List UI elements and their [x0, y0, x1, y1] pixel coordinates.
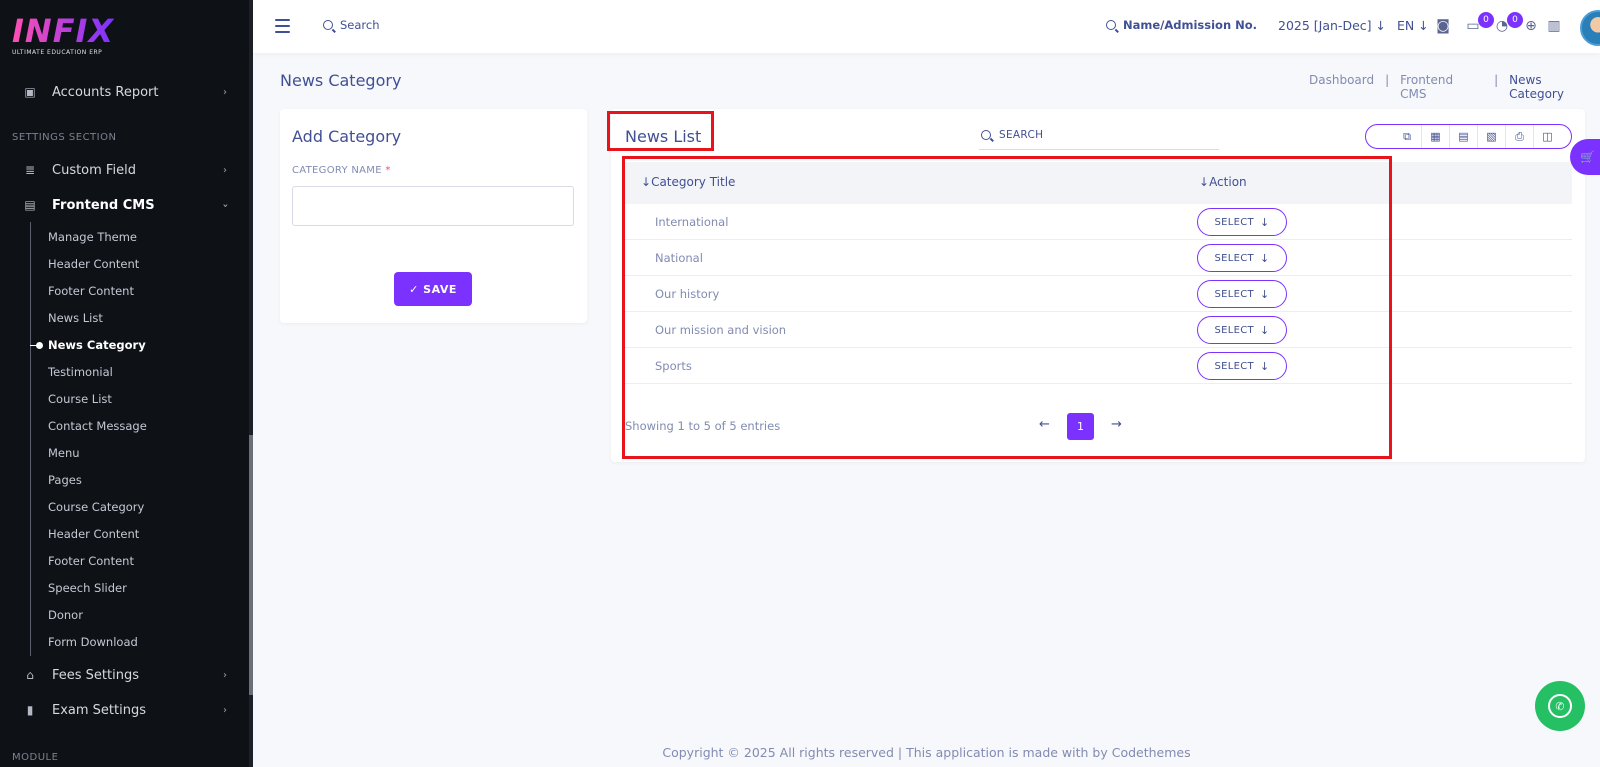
- brand-logo[interactable]: INFIX ULTIMATE EDUCATION ERP: [12, 14, 114, 56]
- cms-icon: ▤: [24, 198, 36, 212]
- breadcrumb-frontend-cms[interactable]: Frontend CMS: [1400, 73, 1483, 101]
- sidebar-subitem-course-category[interactable]: Course Category: [48, 500, 144, 514]
- sidebar-item-custom-field[interactable]: ≣ Custom Field ›: [0, 160, 249, 180]
- sidebar-item-label: Exam Settings: [52, 702, 146, 718]
- breadcrumb-separator: |: [1494, 73, 1499, 87]
- breadcrumb: Dashboard | Frontend CMS | News Category: [1309, 73, 1600, 101]
- highlight-box-news-table: [622, 156, 1392, 459]
- add-category-card: Add Category CATEGORY NAME * ✓ SAVE: [280, 109, 587, 323]
- save-button-label: SAVE: [423, 282, 457, 296]
- globe-icon[interactable]: ⊕: [1522, 17, 1540, 35]
- menu-toggle-icon[interactable]: [275, 19, 290, 33]
- required-mark: *: [385, 165, 391, 176]
- search-icon: [1106, 20, 1116, 30]
- category-name-label-text: CATEGORY NAME: [292, 165, 382, 176]
- session-label: 2025 [Jan-Dec]: [1278, 18, 1372, 33]
- columns-icon[interactable]: ◫: [1533, 125, 1561, 148]
- sidebar-item-label: Fees Settings: [52, 667, 139, 683]
- chevron-right-icon: ›: [223, 86, 227, 98]
- cart-icon[interactable]: 🛒: [1570, 139, 1600, 175]
- sidebar-item-label: Custom Field: [52, 162, 136, 178]
- search-icon: [981, 129, 991, 140]
- chevron-right-icon: ›: [223, 669, 227, 681]
- sidebar-subitem-footer-content-2[interactable]: Footer Content: [48, 554, 134, 568]
- notifications-badge: 0: [1507, 12, 1523, 28]
- check-icon: ✓: [409, 282, 424, 296]
- pdf-icon[interactable]: ▧: [1477, 125, 1505, 148]
- highlight-box-news-list-title: [607, 111, 714, 151]
- category-name-input[interactable]: [292, 186, 574, 226]
- add-category-heading: Add Category: [292, 127, 402, 146]
- sidebar-subitem-manage-theme[interactable]: Manage Theme: [48, 230, 137, 244]
- arrow-down-icon: ↓: [1375, 18, 1386, 33]
- breadcrumb-dashboard[interactable]: Dashboard: [1309, 73, 1374, 101]
- breadcrumb-separator: |: [1385, 73, 1390, 87]
- sidebar-item-frontend-cms[interactable]: ▤ Frontend CMS ›: [0, 195, 249, 215]
- admission-search[interactable]: Name/Admission No.: [1106, 18, 1257, 32]
- whatsapp-icon: ✆: [1548, 694, 1572, 718]
- sidebar-subitem-footer-content[interactable]: Footer Content: [48, 284, 134, 298]
- csv-icon[interactable]: ▤: [1449, 125, 1477, 148]
- whatsapp-button[interactable]: ✆: [1535, 681, 1585, 731]
- session-selector[interactable]: 2025 [Jan-Dec] ↓: [1278, 18, 1386, 33]
- sidebar-subitem-donor[interactable]: Donor: [48, 608, 83, 622]
- sidebar-item-label: Frontend CMS: [52, 197, 155, 213]
- user-avatar[interactable]: [1580, 10, 1600, 46]
- money-icon: ▣: [24, 85, 36, 99]
- sidebar: INFIX ULTIMATE EDUCATION ERP ▣ Accounts …: [0, 0, 253, 767]
- settings-section-label: SETTINGS SECTION: [12, 132, 117, 143]
- sidebar-subitem-speech-slider[interactable]: Speech Slider: [48, 581, 127, 595]
- robot-icon[interactable]: ◙: [1434, 17, 1452, 35]
- top-search[interactable]: Search: [323, 18, 380, 32]
- sidebar-item-exam-settings[interactable]: ▮ Exam Settings ›: [0, 700, 249, 720]
- sidebar-subitem-course-list[interactable]: Course List: [48, 392, 112, 406]
- submenu-active-dot: [36, 342, 43, 349]
- admission-search-label: Name/Admission No.: [1123, 18, 1258, 32]
- sidebar-scrollbar[interactable]: [249, 435, 253, 695]
- sidebar-item-accounts-report[interactable]: ▣ Accounts Report ›: [0, 82, 249, 102]
- sidebar-item-fees-settings[interactable]: ⌂ Fees Settings ›: [0, 665, 249, 685]
- custom-field-icon: ≣: [24, 163, 36, 177]
- sidebar-subitem-header-content-2[interactable]: Header Content: [48, 527, 139, 541]
- category-name-label: CATEGORY NAME *: [292, 165, 391, 176]
- analytics-icon[interactable]: ▥: [1545, 17, 1563, 35]
- sidebar-item-label: Accounts Report: [52, 84, 159, 100]
- chevron-right-icon: ›: [223, 164, 227, 176]
- module-section-label: MODULE: [12, 752, 59, 763]
- brand-tagline: ULTIMATE EDUCATION ERP: [12, 49, 103, 56]
- copy-icon[interactable]: ⧉: [1393, 125, 1421, 148]
- news-list-search-input[interactable]: SEARCH: [979, 120, 1219, 150]
- book-icon: ▮: [26, 703, 34, 717]
- sidebar-subitem-news-list[interactable]: News List: [48, 311, 103, 325]
- brand-name: INFIX: [12, 12, 115, 50]
- messages-badge: 0: [1478, 12, 1494, 28]
- sidebar-subitem-form-download[interactable]: Form Download: [48, 635, 138, 649]
- save-button[interactable]: ✓ SAVE: [394, 272, 472, 306]
- sidebar-subitem-pages[interactable]: Pages: [48, 473, 82, 487]
- chevron-right-icon: ›: [223, 704, 227, 716]
- arrow-down-icon: ↓: [1418, 18, 1429, 33]
- language-label: EN: [1397, 18, 1415, 33]
- breadcrumb-current: News Category: [1509, 73, 1564, 101]
- export-button-group: ⧉ ▦ ▤ ▧ ⎙ ◫: [1365, 124, 1572, 149]
- footer-copyright: Copyright © 2025 All rights reserved | T…: [662, 745, 1191, 760]
- sidebar-subitem-header-content[interactable]: Header Content: [48, 257, 139, 271]
- bank-icon: ⌂: [26, 668, 34, 682]
- sidebar-subitem-news-category[interactable]: News Category: [48, 338, 146, 352]
- print-icon[interactable]: ⎙: [1505, 125, 1533, 148]
- submenu-guide-line: [30, 222, 31, 656]
- excel-icon[interactable]: ▦: [1421, 125, 1449, 148]
- sidebar-subitem-contact-message[interactable]: Contact Message: [48, 419, 147, 433]
- search-placeholder: SEARCH: [999, 128, 1044, 141]
- language-selector[interactable]: EN ↓: [1397, 18, 1429, 33]
- chevron-down-icon: ›: [219, 202, 231, 208]
- sidebar-subitem-testimonial[interactable]: Testimonial: [48, 365, 113, 379]
- search-icon: [323, 20, 333, 30]
- page-title: News Category: [280, 71, 402, 90]
- top-search-label: Search: [340, 18, 380, 32]
- sidebar-subitem-menu[interactable]: Menu: [48, 446, 80, 460]
- top-bar: Search Name/Admission No. 2025 [Jan-Dec]…: [253, 0, 1600, 53]
